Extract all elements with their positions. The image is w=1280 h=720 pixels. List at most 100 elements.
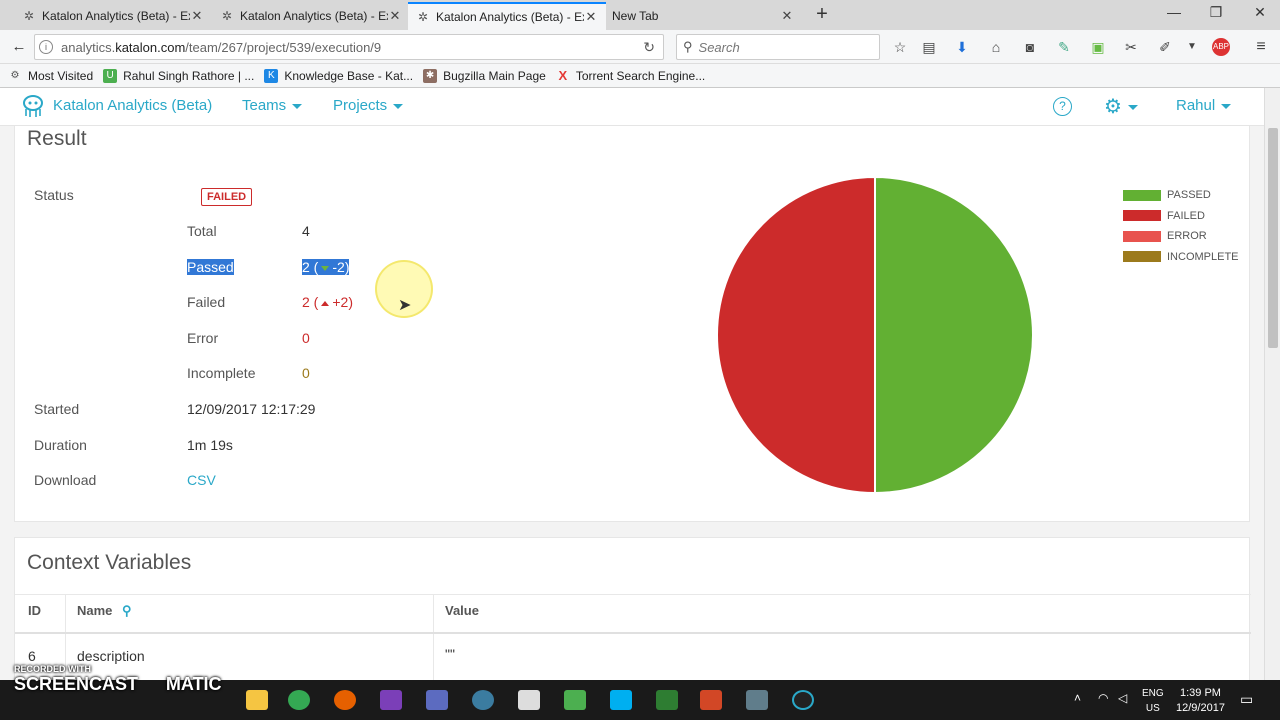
katalon-icon: ✲ [221, 9, 233, 23]
minimize-icon[interactable]: — [1164, 4, 1184, 20]
mail-icon[interactable] [518, 690, 540, 710]
app-title[interactable]: Katalon Analytics (Beta) [53, 97, 212, 114]
bookmark-item[interactable]: K Knowledge Base - Kat... [264, 68, 414, 83]
utorrent-icon[interactable] [564, 690, 586, 710]
close-icon[interactable]: ✕ [190, 8, 204, 24]
teams-menu[interactable]: Teams [242, 97, 303, 114]
legend-swatch [1123, 210, 1161, 222]
context-variables-panel: Context Variables ID Name ⚲ Value 6 desc… [14, 537, 1251, 680]
firefox-icon[interactable] [334, 690, 356, 710]
arrow-down-icon [321, 265, 330, 271]
restore-icon[interactable]: ❐ [1206, 4, 1226, 21]
extension-gray-icon[interactable]: ✐ [1155, 37, 1175, 57]
new-tab-icon[interactable]: + [812, 4, 832, 24]
help-icon[interactable]: ? [1053, 97, 1072, 116]
bookmarks-bar: ⚙ Most Visited U Rahul Singh Rathore | .… [0, 64, 1280, 88]
pie-slice-passed[interactable] [874, 175, 1034, 495]
search-input[interactable]: ⚲ Search [676, 34, 880, 60]
powerpoint-icon[interactable] [700, 690, 722, 710]
settings-menu[interactable]: ⚙ [1104, 94, 1138, 119]
tray-chevron-up-icon[interactable]: ˄ [1074, 691, 1081, 705]
user-label: Rahul [1176, 97, 1216, 114]
url-domain: katalon.com [115, 39, 186, 55]
url-bar[interactable]: i analytics. katalon.com/team/267/project… [34, 34, 664, 60]
column-header-value[interactable]: Value [445, 603, 479, 618]
browser-tab[interactable]: ✲ Katalon Analytics (Beta) - Ex ✕ [212, 2, 410, 30]
extension-green-icon[interactable]: ▣ [1088, 37, 1108, 57]
file-explorer-icon[interactable] [246, 690, 268, 710]
lang-bottom: US [1145, 703, 1160, 714]
skype-icon[interactable] [610, 690, 632, 710]
download-icon[interactable]: ⬇ [952, 37, 972, 57]
browser-nav-bar: ← i analytics. katalon.com/team/267/proje… [0, 30, 1280, 64]
back-arrow-icon[interactable]: ← [9, 37, 29, 57]
page-scrollbar[interactable] [1264, 88, 1280, 680]
bookmark-item[interactable]: U Rahul Singh Rathore | ... [103, 68, 254, 83]
chrome-icon[interactable] [288, 690, 310, 710]
browser-tab[interactable]: New Tab ✕ [604, 2, 802, 30]
hamburger-menu-icon[interactable]: ≡ [1251, 37, 1271, 57]
home-icon[interactable]: ⌂ [986, 37, 1006, 57]
context-title: Context Variables [27, 551, 192, 574]
chart-legend: PASSED FAILED ERROR INCOMPLETE [1123, 185, 1239, 267]
bookmark-item[interactable]: X Torrent Search Engine... [556, 68, 705, 83]
result-pie-chart [716, 175, 1034, 495]
katalon-logo-icon[interactable] [20, 94, 46, 118]
column-divider [433, 594, 434, 680]
star-icon[interactable]: ☆ [890, 37, 910, 57]
katalon-app-icon[interactable] [656, 690, 678, 710]
reload-icon[interactable]: ↻ [643, 39, 655, 56]
legend-swatch [1123, 189, 1161, 201]
close-window-icon[interactable]: ✕ [1250, 4, 1270, 21]
volume-icon[interactable]: ◁ [1118, 691, 1127, 705]
projects-label: Projects [333, 97, 388, 114]
column-header-name[interactable]: Name ⚲ [77, 603, 132, 619]
bookmark-label: Knowledge Base - Kat... [284, 68, 414, 83]
legend-item-incomplete[interactable]: INCOMPLETE [1123, 247, 1239, 268]
tab-title: Katalon Analytics (Beta) - Ex [240, 9, 388, 23]
browser-tab-active[interactable]: ✲ Katalon Analytics (Beta) - Ex ✕ [408, 2, 606, 30]
virtualbox-icon[interactable] [746, 690, 768, 710]
eclipse-icon[interactable] [426, 690, 448, 710]
system-clock[interactable]: 1:39 PM 12/9/2017 [1176, 686, 1225, 716]
k-icon: K [264, 68, 279, 83]
recorder-icon[interactable] [792, 690, 814, 710]
chevron-down-icon[interactable]: ▼ [1182, 37, 1202, 57]
search-placeholder: Search [698, 39, 740, 55]
table-divider [15, 594, 1251, 595]
pocket-icon[interactable]: ◙ [1020, 37, 1040, 57]
column-header-id[interactable]: ID [28, 603, 41, 618]
tools-icon[interactable]: ✂ [1121, 37, 1141, 57]
scrollbar-thumb[interactable] [1268, 128, 1278, 348]
bookmark-item[interactable]: ✱ Bugzilla Main Page [423, 68, 546, 83]
browser-tab[interactable]: ✲ Katalon Analytics (Beta) - Ex ✕ [14, 2, 212, 30]
close-icon[interactable]: ✕ [584, 9, 598, 25]
notification-icon[interactable]: ▭ [1240, 691, 1253, 708]
tab-title: Katalon Analytics (Beta) - Ex [42, 9, 190, 23]
close-icon[interactable]: ✕ [780, 8, 794, 24]
search-icon[interactable]: ⚲ [122, 603, 132, 618]
download-csv-link[interactable]: CSV [187, 472, 216, 488]
adblock-icon[interactable]: ABP [1212, 38, 1230, 56]
network-app-icon[interactable] [472, 690, 494, 710]
wifi-icon[interactable]: ◠ [1098, 691, 1108, 705]
failed-value: 2 [302, 294, 310, 310]
info-icon[interactable]: i [39, 40, 53, 54]
tab-title: New Tab [612, 9, 659, 23]
legend-item-failed[interactable]: FAILED [1123, 206, 1239, 227]
bookmark-item[interactable]: ⚙ Most Visited [8, 69, 94, 83]
user-menu[interactable]: Rahul [1176, 97, 1232, 114]
projects-menu[interactable]: Projects [333, 97, 404, 114]
status-label: Status [34, 187, 74, 203]
pie-slice-failed[interactable] [716, 175, 876, 495]
visual-studio-icon[interactable] [380, 690, 402, 710]
page-content: Result Status FAILED Total 4 Passed 2 (-… [0, 126, 1264, 680]
reader-list-icon[interactable]: ▤ [919, 37, 939, 57]
legend-item-error[interactable]: ERROR [1123, 226, 1239, 247]
extension-icon[interactable]: ✎ [1054, 37, 1074, 57]
language-indicator[interactable]: ENG US [1142, 686, 1164, 716]
legend-swatch [1123, 230, 1161, 242]
legend-item-passed[interactable]: PASSED [1123, 185, 1239, 206]
search-icon: ⚲ [683, 39, 693, 54]
close-icon[interactable]: ✕ [388, 8, 402, 24]
